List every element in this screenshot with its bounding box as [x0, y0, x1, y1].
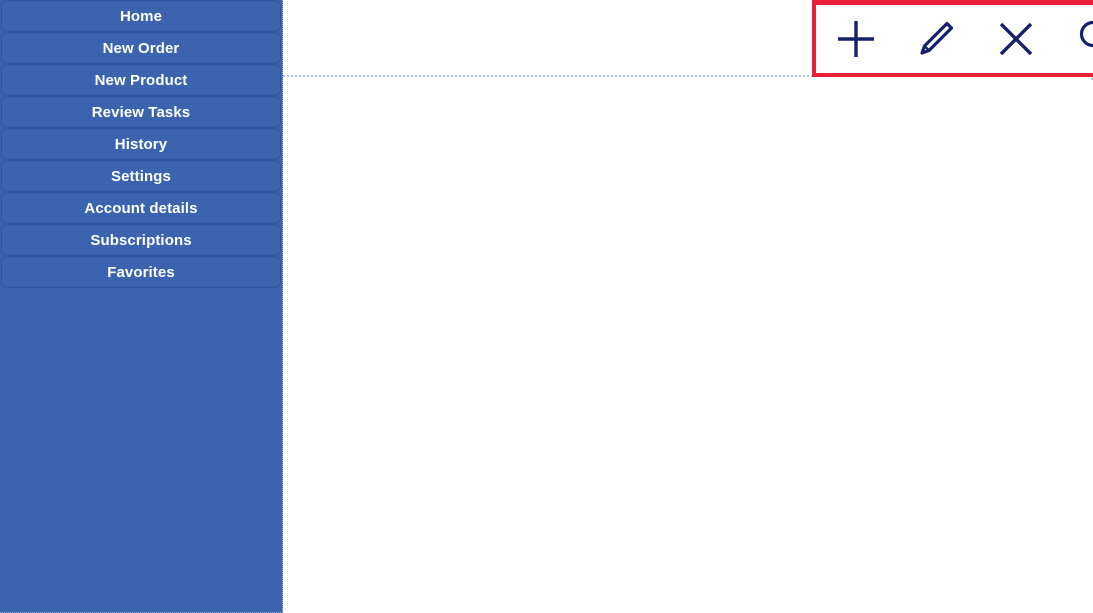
toolbar [812, 0, 1093, 77]
sidebar-item-label: Favorites [107, 263, 175, 281]
sidebar-item-label: New Product [94, 71, 188, 89]
close-icon [994, 17, 1038, 61]
app-window: Home New Order New Product Review Tasks … [0, 0, 1093, 613]
sidebar-item-favorites[interactable]: Favorites [1, 256, 281, 288]
sidebar-item-new-product[interactable]: New Product [1, 64, 281, 96]
sidebar-item-new-order[interactable]: New Order [1, 32, 281, 64]
sidebar-item-review-tasks[interactable]: Review Tasks [1, 96, 281, 128]
sidebar-item-label: Account details [84, 199, 198, 217]
pencil-icon [914, 17, 958, 61]
content-area [283, 0, 1093, 613]
sidebar-item-label: Settings [111, 167, 171, 185]
sidebar-item-label: New Order [102, 39, 180, 57]
sidebar-item-label: Home [119, 7, 163, 25]
sidebar-item-history[interactable]: History [1, 128, 281, 160]
sidebar-item-label: History [114, 135, 168, 153]
sidebar-item-home[interactable]: Home [1, 0, 281, 32]
edit-button[interactable] [896, 5, 976, 73]
delete-button[interactable] [976, 5, 1056, 73]
search-button[interactable] [1056, 5, 1093, 73]
sidebar: Home New Order New Product Review Tasks … [0, 0, 283, 613]
sidebar-item-account-details[interactable]: Account details [1, 192, 281, 224]
add-button[interactable] [816, 5, 896, 73]
sidebar-item-settings[interactable]: Settings [1, 160, 281, 192]
plus-icon [834, 17, 878, 61]
sidebar-item-subscriptions[interactable]: Subscriptions [1, 224, 281, 256]
sidebar-item-label: Review Tasks [91, 103, 191, 121]
search-icon [1074, 17, 1093, 61]
sidebar-item-label: Subscriptions [90, 231, 192, 249]
